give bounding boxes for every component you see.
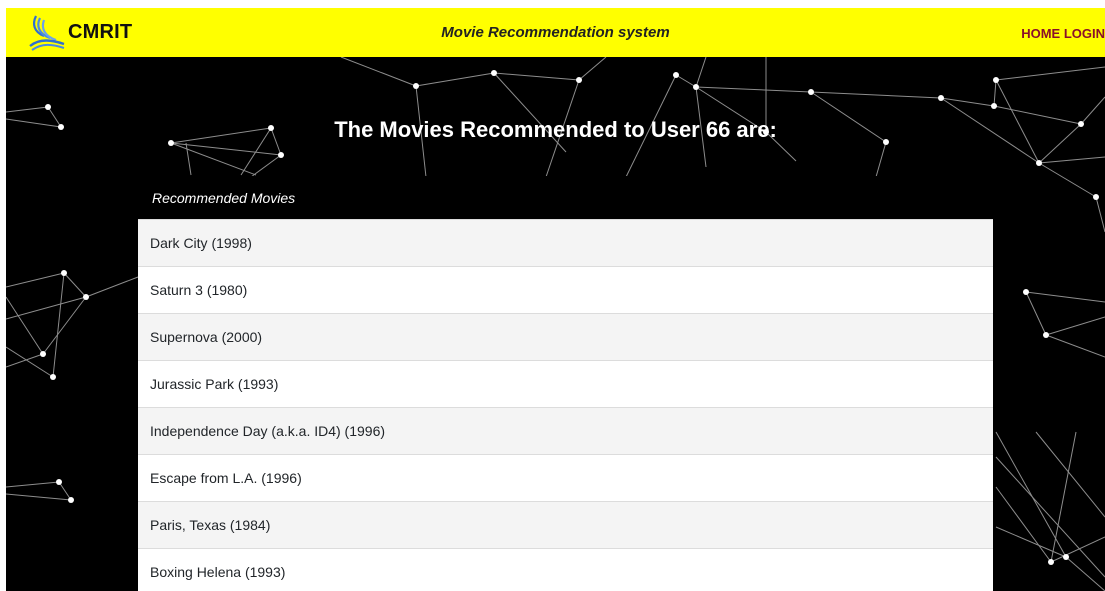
navbar: CMRIT Movie Recommendation system HOME L… (6, 8, 1105, 57)
recommended-movies-table: Recommended Movies Dark City (1998) Satu… (138, 176, 993, 591)
table-row: Saturn 3 (1980) (138, 266, 993, 313)
table-row: Escape from L.A. (1996) (138, 454, 993, 501)
table-body: Dark City (1998) Saturn 3 (1980) Superno… (138, 219, 993, 591)
site-title: Movie Recommendation system (441, 24, 670, 41)
nav-login-link[interactable]: LOGIN (1064, 26, 1105, 41)
page: CMRIT Movie Recommendation system HOME L… (0, 0, 1105, 591)
nav-links: HOME LOGIN (1021, 26, 1105, 41)
table-row: Boxing Helena (1993) (138, 548, 993, 591)
table-row: Dark City (1998) (138, 219, 993, 266)
table-row: Jurassic Park (1993) (138, 360, 993, 407)
table-row: Paris, Texas (1984) (138, 501, 993, 548)
table-header: Recommended Movies (138, 176, 993, 219)
hero-section: The Movies Recommended to User 66 are: R… (6, 57, 1105, 591)
table-row: Supernova (2000) (138, 313, 993, 360)
table-row: Independence Day (a.k.a. ID4) (1996) (138, 407, 993, 454)
nav-home-link[interactable]: HOME (1021, 26, 1060, 41)
page-title: The Movies Recommended to User 66 are: (334, 117, 777, 142)
